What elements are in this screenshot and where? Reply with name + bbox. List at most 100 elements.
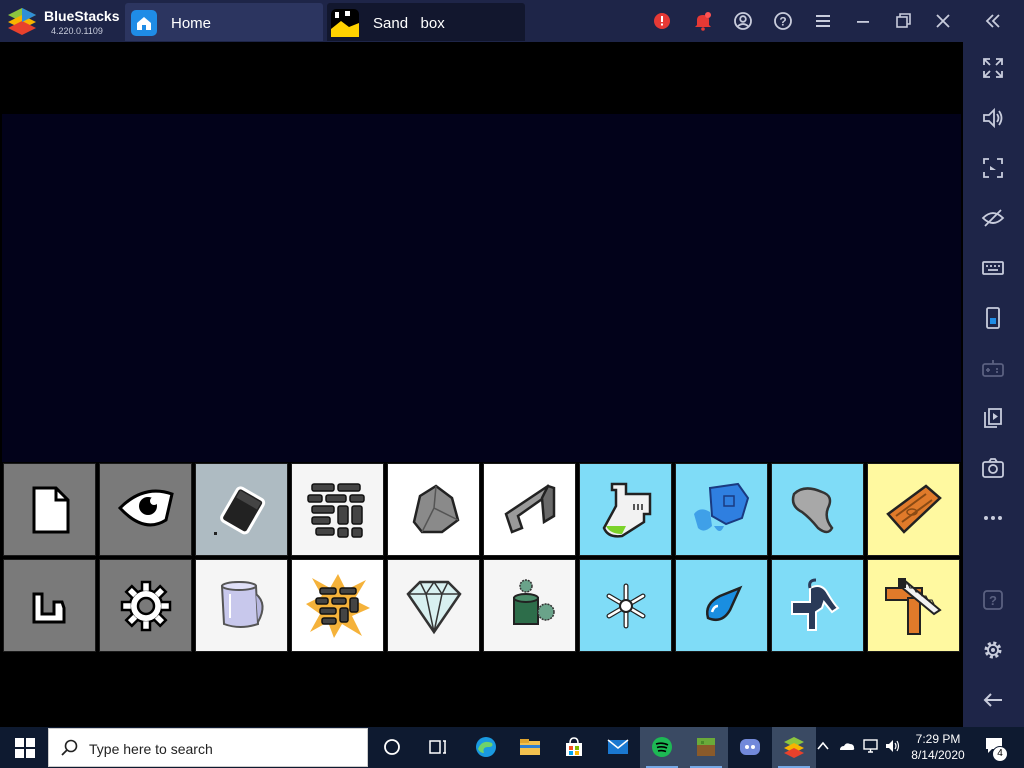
putty-icon bbox=[791, 487, 834, 534]
screenshot-region-icon[interactable] bbox=[979, 154, 1007, 182]
load-tool[interactable] bbox=[3, 559, 96, 652]
minecraft-icon[interactable] bbox=[684, 727, 728, 768]
notification-count-badge: 4 bbox=[992, 746, 1008, 762]
camera-icon[interactable] bbox=[979, 454, 1007, 482]
edge-icon[interactable] bbox=[464, 727, 508, 768]
eraser-icon bbox=[214, 486, 266, 535]
minimize-icon[interactable] bbox=[851, 9, 875, 33]
pipe-element[interactable] bbox=[771, 559, 864, 652]
title-bar: BlueStacks 4.220.0.1109 Home Sand box ? bbox=[0, 0, 1024, 42]
task-view-icon[interactable] bbox=[416, 727, 460, 768]
moss-icon bbox=[513, 579, 555, 625]
more-icon[interactable] bbox=[979, 504, 1007, 532]
wood-element[interactable] bbox=[867, 463, 960, 556]
home-icon bbox=[131, 10, 157, 36]
spotify-icon[interactable] bbox=[640, 727, 684, 768]
help-icon[interactable]: ? bbox=[771, 9, 795, 33]
diamond-element[interactable] bbox=[387, 559, 480, 652]
water-drop-icon bbox=[706, 585, 743, 621]
tab-home[interactable]: Home bbox=[125, 3, 323, 41]
explosive-brick-icon bbox=[306, 574, 370, 638]
fullscreen-icon[interactable] bbox=[979, 54, 1007, 82]
pipe-icon bbox=[791, 578, 840, 631]
restore-icon[interactable] bbox=[891, 9, 915, 33]
sidebar-settings-icon[interactable] bbox=[979, 636, 1007, 664]
eye-view-tool[interactable] bbox=[99, 463, 192, 556]
taskbar-search-input[interactable]: Type here to search bbox=[48, 728, 368, 767]
flask-icon bbox=[602, 482, 652, 538]
clock-date: 8/14/2020 bbox=[911, 748, 965, 762]
new-file-icon bbox=[32, 486, 70, 534]
bluestacks-icon[interactable] bbox=[772, 727, 816, 768]
collapse-sidebar-icon[interactable] bbox=[981, 9, 1005, 33]
acid-element[interactable] bbox=[579, 463, 672, 556]
eye-icon bbox=[117, 489, 174, 527]
settings-tool[interactable] bbox=[99, 559, 192, 652]
stone-icon bbox=[412, 484, 460, 534]
close-icon[interactable] bbox=[931, 9, 955, 33]
saw-wood-element[interactable] bbox=[867, 559, 960, 652]
new-file-tool[interactable] bbox=[3, 463, 96, 556]
file-explorer-icon[interactable] bbox=[508, 727, 552, 768]
windows-taskbar: Type here to search 7:29 PM 8/14/2020 4 bbox=[0, 727, 1024, 768]
speaker-icon[interactable] bbox=[885, 739, 901, 753]
onedrive-icon[interactable] bbox=[838, 739, 856, 753]
saw-wood-icon bbox=[885, 578, 942, 635]
phone-portrait-icon[interactable] bbox=[979, 304, 1007, 332]
sidebar-help-icon[interactable]: ? bbox=[979, 586, 1007, 614]
ice-cube-icon bbox=[694, 482, 750, 531]
search-placeholder: Type here to search bbox=[89, 741, 213, 757]
tab-home-label: Home bbox=[171, 15, 212, 32]
wall-element[interactable] bbox=[291, 463, 384, 556]
windows-logo-icon bbox=[15, 738, 35, 758]
notification-bell-icon[interactable] bbox=[691, 9, 715, 33]
moss-element[interactable] bbox=[483, 559, 576, 652]
tab-sandbox-label: Sand box bbox=[373, 15, 445, 32]
volume-icon[interactable] bbox=[979, 104, 1007, 132]
app-version: 4.220.0.1109 bbox=[51, 26, 103, 36]
steel-beam-icon bbox=[504, 484, 556, 534]
svg-text:?: ? bbox=[989, 593, 997, 608]
glass-element[interactable] bbox=[195, 559, 288, 652]
start-button[interactable] bbox=[0, 727, 48, 768]
explosive-wall-element[interactable] bbox=[291, 559, 384, 652]
glass-icon bbox=[220, 581, 264, 628]
load-icon bbox=[32, 592, 66, 624]
cortana-icon[interactable] bbox=[370, 727, 414, 768]
game-viewport[interactable] bbox=[0, 42, 963, 727]
tab-sandbox[interactable]: Sand box bbox=[327, 3, 525, 41]
action-center-button[interactable]: 4 bbox=[978, 727, 1024, 768]
bluestacks-logo-icon bbox=[8, 8, 36, 35]
back-arrow-icon[interactable] bbox=[979, 686, 1007, 714]
network-icon[interactable] bbox=[862, 739, 880, 753]
metal-element[interactable] bbox=[483, 463, 576, 556]
eye-hidden-icon[interactable] bbox=[979, 204, 1007, 232]
chevron-up-icon[interactable] bbox=[816, 739, 830, 753]
bluestacks-logo[interactable]: BlueStacks 4.220.0.1109 bbox=[6, 4, 124, 38]
snowflake-icon bbox=[606, 583, 646, 629]
mail-icon[interactable] bbox=[596, 727, 640, 768]
media-import-icon[interactable] bbox=[979, 404, 1007, 432]
water-drop-element[interactable] bbox=[675, 559, 768, 652]
gamepad-icon bbox=[979, 354, 1007, 382]
right-sidebar: ? bbox=[963, 42, 1024, 727]
stone-element[interactable] bbox=[387, 463, 480, 556]
eraser-element[interactable] bbox=[195, 463, 288, 556]
discord-icon[interactable] bbox=[728, 727, 772, 768]
sandbox-canvas[interactable] bbox=[2, 114, 961, 462]
taskbar-clock[interactable]: 7:29 PM 8/14/2020 bbox=[900, 731, 976, 763]
ice-element[interactable] bbox=[675, 463, 768, 556]
putty-element[interactable] bbox=[771, 463, 864, 556]
app-name: BlueStacks bbox=[44, 8, 120, 24]
keyboard-icon[interactable] bbox=[979, 254, 1007, 282]
svg-text:?: ? bbox=[779, 15, 786, 29]
alert-icon[interactable] bbox=[650, 9, 674, 33]
account-icon[interactable] bbox=[731, 9, 755, 33]
menu-icon[interactable] bbox=[811, 9, 835, 33]
diamond-icon bbox=[406, 580, 462, 635]
sandbox-app-icon bbox=[331, 9, 359, 37]
clock-time: 7:29 PM bbox=[915, 732, 961, 746]
snow-element[interactable] bbox=[579, 559, 672, 652]
store-icon[interactable] bbox=[552, 727, 596, 768]
gear-icon bbox=[120, 580, 172, 632]
